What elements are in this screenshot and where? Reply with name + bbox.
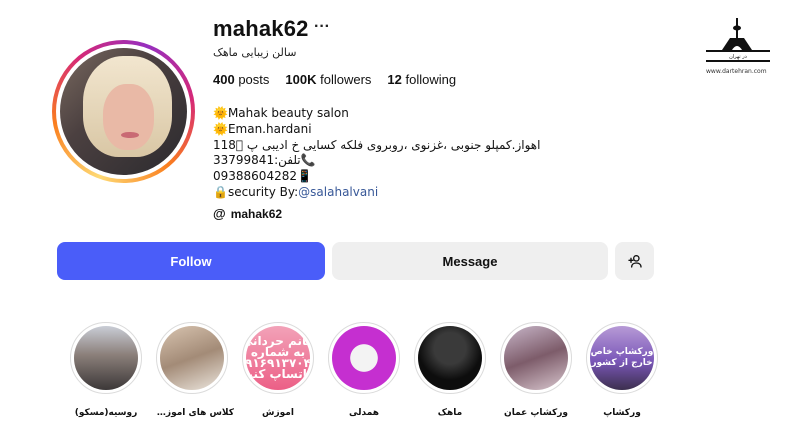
bio-mention-link[interactable]: @salahalvani [298, 185, 378, 199]
message-button[interactable]: Message [332, 242, 608, 280]
highlight-label: کلاس های آموزش... [150, 408, 234, 418]
bio-line: 🌞Mahak beauty salon [213, 106, 349, 120]
highlight-cover [74, 326, 138, 390]
profile-avatar[interactable] [52, 40, 195, 183]
follow-button[interactable]: Follow [57, 242, 325, 280]
suggested-users-button[interactable] [615, 242, 654, 280]
profile-stats: 400 posts 100K followers 12 following [213, 72, 456, 87]
threads-handle: mahak62 [230, 206, 283, 221]
watermark-logo: در تهران www.dartehran.com [700, 16, 776, 78]
highlight-cover [504, 326, 568, 390]
highlight-item[interactable]: خانم حردانی به شماره ۰۹۱۶۹۱۳۷۰۴۸ واتساپ … [242, 322, 314, 418]
bio-line: 33799841:تلفن📞 [213, 153, 316, 168]
following-stat[interactable]: 12 following [387, 72, 456, 87]
highlight-item[interactable]: ورکشاپ خاص خارج از کشور ورکشاپ [586, 322, 658, 418]
profile-full-name: سالن زیبایی ماهک [213, 46, 297, 59]
highlight-label: ورکشاپ [603, 408, 641, 418]
threads-icon: @ [213, 206, 226, 221]
highlight-item[interactable]: کلاس های آموزش... [150, 322, 234, 418]
add-user-icon [627, 254, 642, 268]
highlight-cover [418, 326, 482, 390]
followers-stat[interactable]: 100K followers [285, 72, 371, 87]
tower-logo-icon: در تهران [706, 18, 770, 62]
highlight-cover: خانم حردانی به شماره ۰۹۱۶۹۱۳۷۰۴۸ واتساپ … [246, 326, 310, 390]
highlight-item[interactable]: ماهک [414, 322, 486, 418]
highlight-label: آموزش [262, 408, 294, 418]
highlight-item[interactable]: همدلی [328, 322, 400, 418]
story-highlights: روسیه(مسکو) کلاس های آموزش... خانم حردان… [70, 322, 658, 418]
bio-line: 🌞Eman.hardani [213, 121, 312, 136]
highlight-label: همدلی [349, 408, 379, 418]
highlight-label: ماهک [437, 408, 463, 418]
highlight-cover [332, 326, 396, 390]
highlight-label: روسیه(مسکو) [74, 408, 138, 418]
threads-link[interactable]: @ mahak62 [213, 206, 282, 221]
profile-username: mahak62 [213, 16, 309, 41]
highlight-item[interactable]: ورکشاپ عمان [500, 322, 572, 418]
highlight-cover: ورکشاپ خاص خارج از کشور [590, 326, 654, 390]
svg-text:در تهران: در تهران [729, 54, 747, 60]
highlight-item[interactable]: روسیه(مسکو) [70, 322, 142, 418]
watermark-site: www.dartehran.com [706, 68, 767, 75]
more-options-icon[interactable]: ··· [314, 18, 330, 36]
bio-line: 09388604282📱 [213, 169, 312, 184]
avatar-photo [60, 48, 187, 175]
profile-bio: 🌞Mahak beauty salon 🌞Eman.hardani اهواز.… [213, 106, 540, 201]
highlight-label: ورکشاپ عمان [504, 408, 568, 418]
bio-line: 🔒security By:@salahalvani [213, 184, 379, 199]
highlight-cover [160, 326, 224, 390]
bio-line: اهواز.کمپلو جنوبی ،غزنوی ،روبروی فلکه کس… [213, 137, 541, 152]
posts-stat[interactable]: 400 posts [213, 72, 269, 87]
